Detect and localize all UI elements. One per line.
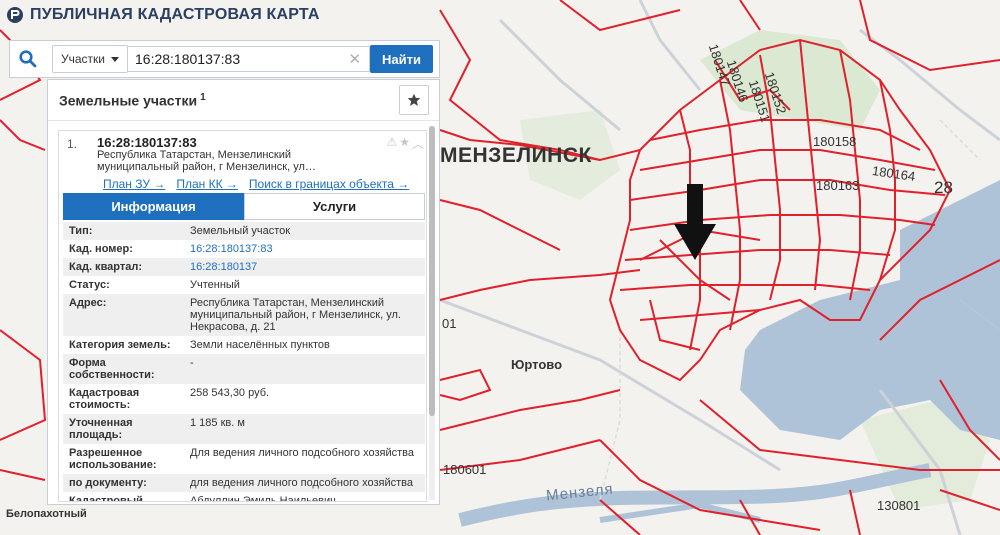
app-header: ПУБЛИЧНАЯ КАДАСТРОВАЯ КАРТА: [0, 0, 320, 30]
map-village2-label: Белопахотный: [6, 508, 87, 520]
tab-info[interactable]: Информация: [63, 193, 244, 220]
quarter-label: 130801: [877, 498, 921, 513]
info-key: Статус:: [63, 276, 184, 294]
info-key: Тип:: [63, 222, 184, 240]
info-value[interactable]: 16:28:180137:83: [184, 240, 425, 258]
plan-kk-link[interactable]: План КК →: [176, 177, 238, 191]
chevron-down-icon: [111, 56, 119, 62]
info-value: 1 185 кв. м: [184, 414, 425, 444]
info-value: Республика Татарстан, Мензелинский муниц…: [184, 294, 425, 336]
result-tabs: Информация Услуги: [63, 193, 425, 220]
info-key: Форма собственности:: [63, 354, 184, 384]
info-key: Категория земель:: [63, 336, 184, 354]
result-links: План ЗУ → План КК → Поиск в границах объ…: [103, 177, 409, 191]
info-row: Уточненная площадь: 1 185 кв. м: [63, 414, 425, 444]
quarter-label: 180601: [443, 462, 487, 477]
result-cad-number[interactable]: 16:28:180137:83: [97, 135, 197, 150]
info-key: Адрес:: [63, 294, 184, 336]
quarter-label: 180158: [813, 134, 857, 149]
info-key: Уточненная площадь:: [63, 414, 184, 444]
results-count: 1: [200, 91, 206, 103]
result-address: Республика Татарстан, Мензелинский муниц…: [97, 149, 316, 173]
search-type-select[interactable]: Участки: [52, 45, 128, 73]
info-value[interactable]: 16:28:180137: [184, 258, 425, 276]
info-row: Кад. номер: 16:28:180137:83: [63, 240, 425, 258]
result-icons: ⚠ ★ ︿: [386, 135, 424, 152]
info-key: Кадастровый инженер:: [63, 492, 184, 501]
info-key: Кадастровая стоимость:: [63, 384, 184, 414]
info-value: Абдуллин Эмиль Наильевич: [184, 492, 425, 501]
search-input[interactable]: 16:28:180137:83 ✕: [127, 46, 371, 72]
app-logo-icon: [7, 7, 23, 23]
results-title: Земельные участки 1: [59, 91, 206, 109]
search-bar: Участки 16:28:180137:83 ✕ Найти: [9, 40, 440, 78]
info-value: -: [184, 354, 425, 384]
info-value: 258 543,30 руб.: [184, 384, 425, 414]
plan-zu-link[interactable]: План ЗУ →: [103, 177, 165, 191]
info-row: Форма собственности: -: [63, 354, 425, 384]
info-row: Статус: Учтенный: [63, 276, 425, 294]
quarter-label: 28: [934, 178, 953, 197]
search-icon[interactable]: [10, 41, 46, 77]
info-value: Для ведения личного подсобного хозяйства: [184, 444, 425, 474]
favorites-button[interactable]: [399, 85, 429, 115]
info-row: Кадастровая стоимость: 258 543,30 руб.: [63, 384, 425, 414]
info-row: по документу: для ведения личного подсобн…: [63, 474, 425, 492]
search-type-label: Участки: [61, 52, 105, 66]
scrollbar[interactable]: [429, 126, 435, 500]
tab-services[interactable]: Услуги: [244, 193, 425, 220]
results-header: Земельные участки 1: [48, 80, 439, 121]
quarter-label: 01: [442, 316, 457, 331]
info-row: Категория земель: Земли населённых пункто…: [63, 336, 425, 354]
info-row: Тип: Земельный участок: [63, 222, 425, 240]
chevron-up-icon[interactable]: ︿: [412, 135, 424, 152]
map-village-label: Юртово: [511, 357, 563, 372]
info-value: для ведения личного подсобного хозяйства: [184, 474, 425, 492]
info-value: Земли населённых пунктов: [184, 336, 425, 354]
result-card: 1. 16:28:180137:83 Республика Татарстан,…: [58, 130, 427, 502]
app-title: ПУБЛИЧНАЯ КАДАСТРОВАЯ КАРТА: [30, 6, 320, 23]
scrollbar-thumb[interactable]: [429, 126, 435, 416]
info-key: Кад. квартал:: [63, 258, 184, 276]
find-button[interactable]: Найти: [370, 45, 433, 73]
info-value: Учтенный: [184, 276, 425, 294]
search-in-bounds-link[interactable]: Поиск в границах объекта →: [249, 177, 409, 191]
quarter-label: 180163: [816, 178, 860, 193]
star-icon[interactable]: ★: [399, 135, 410, 152]
info-key: Разрешенное использование:: [63, 444, 184, 474]
map-city-label: МЕНЗЕЛИНСК: [440, 144, 592, 167]
results-panel: Земельные участки 1 1. 16:28:180137:83 Ре…: [47, 79, 440, 505]
search-input-value: 16:28:180137:83: [135, 51, 241, 67]
info-value: Земельный участок: [184, 222, 425, 240]
warning-icon[interactable]: ⚠: [386, 135, 397, 152]
clear-icon[interactable]: ✕: [348, 50, 361, 68]
info-row: Кад. квартал: 16:28:180137: [63, 258, 425, 276]
info-row: Разрешенное использование: Для ведения ли…: [63, 444, 425, 474]
info-row: Адрес: Республика Татарстан, Мензелинский…: [63, 294, 425, 336]
result-number: 1.: [67, 137, 78, 151]
star-icon: [407, 93, 421, 106]
info-row: Кадастровый инженер:Абдуллин Эмиль Наиль…: [63, 492, 425, 501]
info-table: Тип: Земельный участок Кад. номер: 16:28:18…: [63, 222, 425, 501]
info-key: Кад. номер:: [63, 240, 184, 258]
info-key: по документу:: [63, 474, 184, 492]
